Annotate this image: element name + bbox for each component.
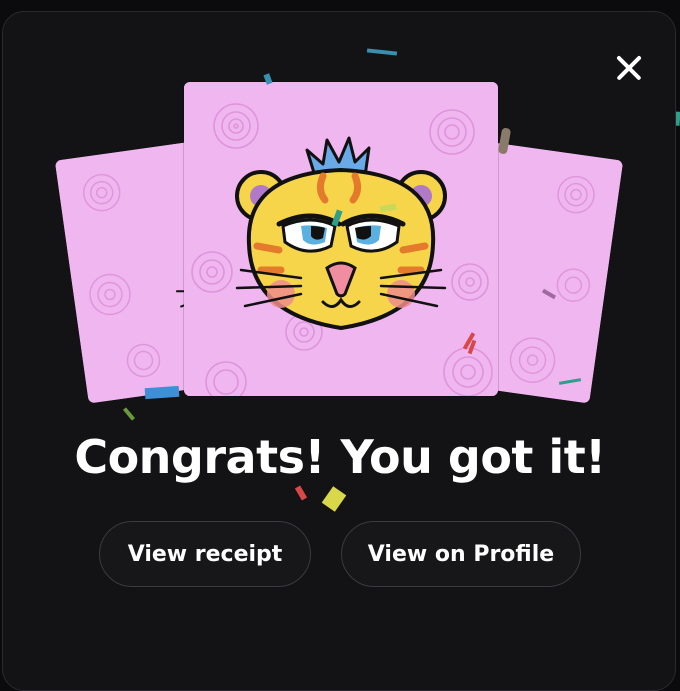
- close-icon[interactable]: [609, 48, 649, 88]
- nft-card-center: [184, 82, 498, 396]
- confetti-piece: [294, 485, 308, 501]
- tiger-artwork: [184, 82, 498, 396]
- confetti-piece: [366, 48, 398, 56]
- congrats-dialog: Congrats! You got it! View receipt View …: [2, 11, 676, 691]
- confetti-piece: [144, 385, 180, 400]
- view-receipt-button[interactable]: View receipt: [99, 521, 311, 587]
- confetti-piece: [122, 407, 136, 421]
- confetti-piece: [321, 486, 347, 512]
- congrats-headline: Congrats! You got it!: [74, 430, 606, 484]
- view-on-profile-button[interactable]: View on Profile: [341, 521, 581, 587]
- view-receipt-label: View receipt: [127, 541, 283, 567]
- view-on-profile-label: View on Profile: [367, 541, 555, 567]
